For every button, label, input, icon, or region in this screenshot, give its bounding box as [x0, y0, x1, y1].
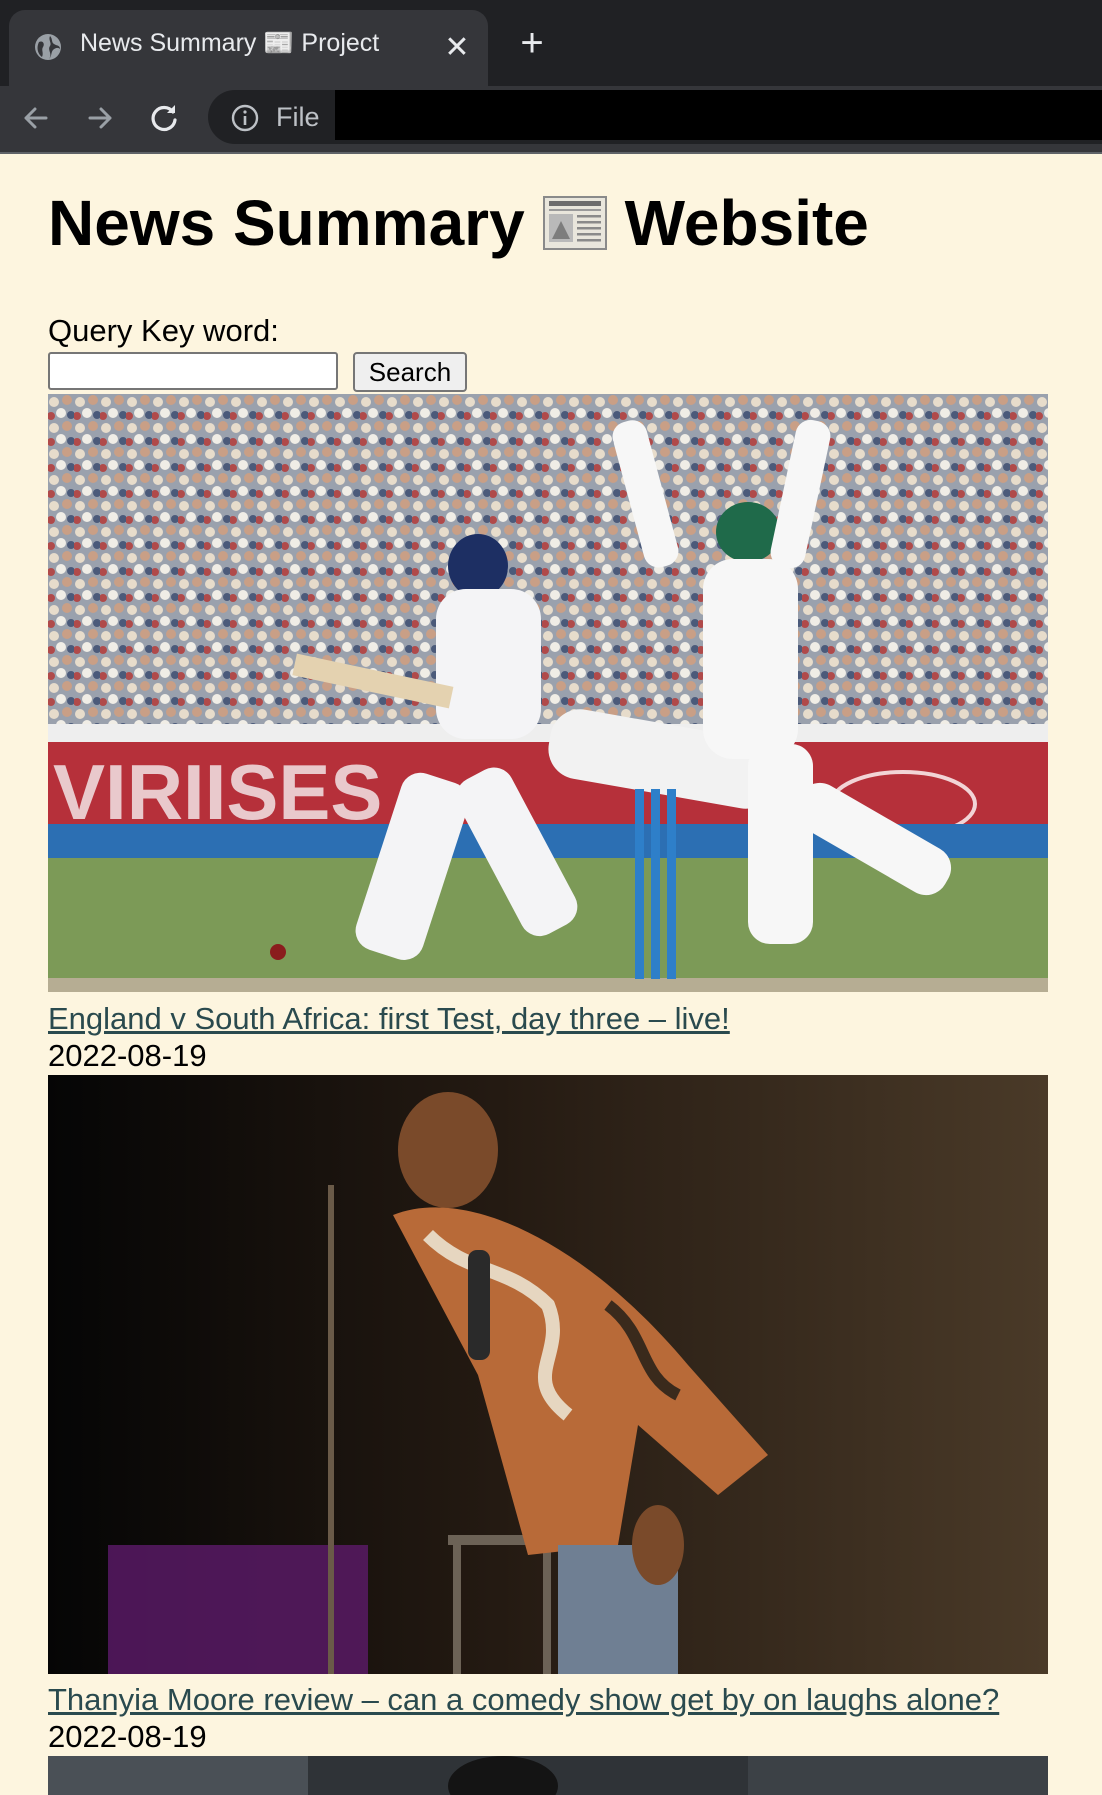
article-date: 2022-08-19 [48, 1038, 207, 1073]
comedian-on-stage-photo[interactable] [48, 1075, 1048, 1674]
plus-icon[interactable]: + [512, 23, 552, 65]
cricket-match-photo[interactable]: VIRIISES [48, 394, 1048, 992]
page-title-text-start: News Summary [48, 187, 525, 259]
query-label: Query Key word: [48, 313, 279, 348]
search-input[interactable] [48, 352, 338, 390]
reload-icon[interactable] [144, 98, 184, 138]
forward-arrow-icon[interactable] [80, 98, 120, 138]
svg-text:VIRIISES: VIRIISES [53, 748, 382, 836]
info-icon[interactable] [230, 103, 260, 133]
browser-toolbar: File [0, 86, 1102, 152]
address-scheme-label: File [276, 102, 320, 132]
browser-tab[interactable]: News Summary 📰 Project ✕ [9, 10, 488, 86]
close-icon[interactable]: ✕ [442, 33, 472, 63]
article-link[interactable]: Thanyia Moore review – can a comedy show… [48, 1682, 999, 1718]
article-photo-partial[interactable] [48, 1756, 1048, 1795]
article-link[interactable]: England v South Africa: first Test, day … [48, 1001, 730, 1037]
page-title: News Summary Website [48, 186, 869, 260]
search-button[interactable]: Search [353, 352, 467, 392]
back-arrow-icon[interactable] [16, 98, 56, 138]
tab-title: News Summary 📰 Project [80, 29, 380, 57]
globe-icon [35, 34, 61, 60]
chrome-divider [0, 152, 1102, 154]
address-bar[interactable]: File [208, 90, 1102, 144]
newspaper-icon [542, 196, 607, 250]
article-date: 2022-08-19 [48, 1719, 207, 1754]
page-title-text-end: Website [624, 187, 869, 259]
browser-tab-strip: News Summary 📰 Project ✕ + [0, 0, 1102, 86]
url-field[interactable] [335, 90, 1102, 140]
